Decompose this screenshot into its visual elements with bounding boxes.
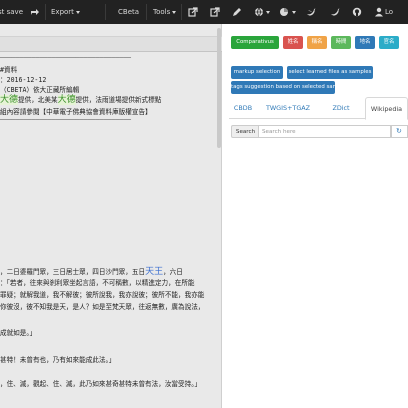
highlight-term[interactable]: 天王 (145, 267, 163, 277)
text-line: 罪疑；就解我道，我不解彼；彼所說我，我亦說彼；彼所不能，我亦能 (0, 291, 205, 299)
chevron-down-icon (75, 10, 80, 14)
text-line: 成就如是。」 (0, 329, 37, 337)
tab-wikipedia[interactable]: Wikipedia (365, 97, 408, 120)
nav-divider (45, 4, 46, 20)
document-pane: ───────────────────────────────── #資料 ：2… (0, 24, 222, 408)
tag-alias-button[interactable]: 稱名 (307, 36, 327, 49)
tab-cbdb[interactable]: CBDB (229, 97, 257, 119)
text-line: ───────────────────────────────── (0, 116, 132, 124)
last-save-status: st save (0, 8, 24, 16)
top-navbar: st save Export CBeta Tools Lo (0, 0, 408, 24)
globe-icon[interactable] (254, 7, 264, 17)
tags-suggestion-button[interactable]: tags suggestion based on selected sample… (231, 81, 349, 94)
search-label: Search (231, 125, 259, 138)
chevron-down-icon[interactable] (266, 11, 270, 14)
tools-pane: Comparativus 姓名 稱名 時間 地名 官名 markup selec… (223, 24, 408, 408)
chevron-down-icon (172, 10, 177, 14)
scrollbar-thumb[interactable] (217, 28, 221, 148)
nav-divider (105, 4, 106, 20)
text-line: 組內容請參閱【中華電子佛典協會資料庫版權宣告】 (0, 108, 152, 116)
user-icon[interactable] (374, 7, 384, 17)
text-line: ，住、滅，觀起、住、滅，此乃如來甚奇甚特未曾有法，汝當受持。」 (0, 380, 202, 388)
chevron-down-icon[interactable] (292, 11, 296, 14)
document-text[interactable]: ───────────────────────────────── #資料 ：2… (0, 54, 221, 408)
text-line: 甚特！未曾有也，乃有如來能成此法。」 (0, 356, 116, 364)
markup-selection-button[interactable]: markup selection (231, 66, 283, 79)
search-input[interactable] (258, 125, 391, 138)
tag-office-button[interactable]: 官名 (379, 36, 399, 49)
tools-label: Tools (153, 8, 171, 16)
export-label: Export (51, 8, 74, 16)
text-line: ───────────────────────────────── (0, 54, 132, 62)
tab-twgis-tgaz[interactable]: TWGIS+TGAZ (259, 97, 317, 119)
twitter-icon[interactable] (330, 7, 340, 17)
share-icon[interactable] (30, 7, 40, 17)
external-link-icon[interactable] (188, 7, 198, 17)
export-menu[interactable]: Export (51, 0, 80, 24)
tab-zdict[interactable]: ZDict (321, 97, 361, 119)
text-line: ，二日婆羅門眾，三日居士眾，四日沙門眾，五日天王，六日 (0, 267, 183, 277)
external-link-icon[interactable] (210, 7, 220, 17)
tag-place-button[interactable]: 地名 (355, 36, 375, 49)
text-line: ：「若者，往來與剎利眾坐起言語，不可稱數，以精進定力，在所能 (0, 279, 195, 287)
tag-time-button[interactable]: 時間 (331, 36, 351, 49)
text-line: #資料 (0, 66, 18, 74)
nav-divider (181, 4, 182, 20)
search-icon: ↻ (396, 127, 402, 135)
login-link[interactable]: Lo (385, 0, 393, 24)
text-line: ：2016-12-12 (0, 76, 47, 84)
tag-person-button[interactable]: 姓名 (283, 36, 303, 49)
twitter-icon[interactable] (306, 7, 316, 17)
pie-chart-icon[interactable] (279, 7, 289, 17)
select-learned-files-button[interactable]: select learned files as samples (287, 66, 373, 79)
nav-divider (146, 4, 147, 20)
text-line: 大德提供，北美某大德提供，法雨道場提供新式標點 (0, 95, 162, 105)
dictionary-tabs: CBDB TWGIS+TGAZ ZDict Wikipedia (229, 97, 408, 120)
search-button[interactable]: ↻ (391, 125, 408, 138)
highlight-term[interactable]: 大德 (57, 95, 76, 105)
cbeta-link[interactable]: CBeta (118, 0, 139, 24)
editor-toolbar (0, 36, 222, 52)
pencil-icon[interactable] (232, 7, 242, 17)
highlight-term[interactable]: 大德 (0, 95, 19, 105)
tools-menu[interactable]: Tools (153, 0, 177, 24)
comparativus-button[interactable]: Comparativus (231, 36, 279, 49)
github-icon[interactable] (352, 7, 362, 17)
text-line: 你彼沒，彼不知我是天，是人？如是至梵天眾，往返無數，廣為說法， (0, 303, 205, 311)
scrollbar[interactable] (216, 24, 222, 408)
